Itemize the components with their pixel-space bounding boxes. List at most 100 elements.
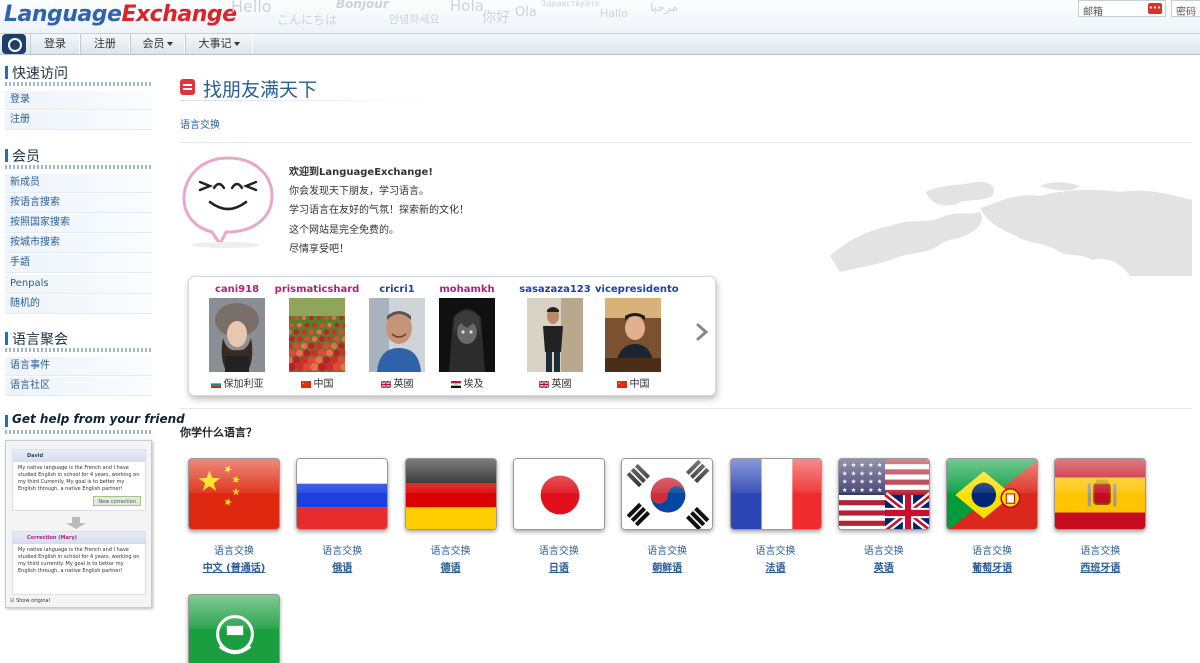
page-icon bbox=[180, 79, 195, 95]
language-link[interactable]: 日语 bbox=[511, 559, 607, 574]
keyboard-icon[interactable]: ••• bbox=[1148, 3, 1162, 14]
flag-icon bbox=[380, 380, 391, 388]
member-name[interactable]: vicepresidento bbox=[595, 283, 679, 297]
new-correction-button: New correction bbox=[93, 496, 141, 506]
flag-icon[interactable] bbox=[188, 458, 280, 530]
language-link[interactable]: 朝鲜语 bbox=[619, 559, 715, 574]
greeting-text: مرحبا bbox=[650, 0, 678, 14]
member-card[interactable]: cricri1 英國 bbox=[359, 283, 435, 390]
member-photo[interactable] bbox=[209, 298, 265, 372]
language-link[interactable]: 葡萄牙语 bbox=[944, 559, 1040, 574]
svg-text:★: ★ bbox=[851, 462, 857, 469]
flag-icon[interactable] bbox=[621, 458, 714, 530]
member-name[interactable]: mohamkh bbox=[429, 283, 505, 297]
chevron-down-icon bbox=[233, 42, 240, 46]
sidebar-item-login[interactable]: 登录 bbox=[5, 91, 152, 110]
language-tile[interactable]: ★ ★ ★ ★ ★ ★ ★ ★ ★ ★ ★ ★ ★ ★ ★ ★ ★ ★ ★ ★ 语言交换 英语 bbox=[836, 458, 932, 574]
svg-text:★: ★ bbox=[859, 487, 865, 494]
flag-icon[interactable] bbox=[188, 594, 280, 663]
greeting-text: Hola bbox=[450, 0, 484, 15]
language-tile[interactable]: 语言交换 西班牙语 bbox=[1052, 458, 1148, 574]
member-country: 埃及 bbox=[429, 375, 505, 390]
sidebar-item-register[interactable]: 注册 bbox=[5, 111, 152, 130]
nav-events[interactable]: 大事记 bbox=[185, 34, 253, 54]
sidebar-item-by-language[interactable]: 按语言搜索 bbox=[5, 194, 152, 213]
member-name[interactable]: sasazaza123 bbox=[517, 283, 593, 297]
language-tile[interactable]: 语言交换 中文 (普通话) bbox=[186, 458, 282, 574]
language-link[interactable]: 英语 bbox=[836, 559, 932, 574]
member-country: 中国 bbox=[271, 375, 363, 390]
language-tile[interactable]: 语言交换 法语 bbox=[728, 458, 824, 574]
sidebar-item-events[interactable]: 语言事件 bbox=[5, 357, 152, 376]
language-tile[interactable] bbox=[186, 594, 282, 663]
flag-icon[interactable] bbox=[404, 458, 497, 530]
language-exchange-label: 语言交换 bbox=[322, 546, 363, 557]
nav-register[interactable]: 注册 bbox=[80, 34, 130, 54]
language-link[interactable]: 法语 bbox=[728, 559, 824, 574]
flag-icon[interactable] bbox=[946, 458, 1039, 530]
language-link[interactable]: 中文 (普通话) bbox=[186, 559, 282, 574]
member-card[interactable]: cani918 保加利亚 bbox=[199, 283, 275, 390]
member-card[interactable]: sasazaza123 英國 bbox=[517, 283, 593, 390]
member-photo[interactable] bbox=[439, 298, 495, 372]
greeting-text: Здравствуйте bbox=[541, 0, 600, 8]
language-tile[interactable]: 语言交换 日语 bbox=[511, 458, 607, 574]
site-logo[interactable]: LanguageExchange bbox=[4, 2, 237, 27]
language-tile[interactable]: 语言交换 俄语 bbox=[294, 458, 390, 574]
member-name[interactable]: cani918 bbox=[199, 283, 275, 297]
language-link[interactable]: 德语 bbox=[403, 559, 499, 574]
language-link[interactable]: 俄语 bbox=[294, 559, 390, 574]
flag-icon[interactable] bbox=[512, 458, 605, 530]
svg-text:★: ★ bbox=[868, 462, 874, 469]
sidebar-item-communities[interactable]: 语言社区 bbox=[5, 377, 152, 396]
svg-text:★: ★ bbox=[868, 487, 874, 494]
help-preview[interactable]: David My native language is the French a… bbox=[5, 440, 152, 608]
svg-text:★: ★ bbox=[842, 479, 848, 486]
arrow-down-icon bbox=[64, 517, 88, 529]
sidebar-item-random[interactable]: 随机的 bbox=[5, 295, 152, 314]
member-name[interactable]: cricri1 bbox=[359, 283, 435, 297]
language-link[interactable]: 西班牙语 bbox=[1052, 559, 1148, 574]
sidebar-heading-meetups: 语言聚会 bbox=[5, 329, 68, 349]
svg-text:★: ★ bbox=[842, 462, 848, 469]
language-exchange-label: 语言交换 bbox=[755, 546, 796, 557]
member-card[interactable]: mohamkh 埃及 bbox=[429, 283, 505, 390]
member-card[interactable]: vicepresidento 中国 bbox=[595, 283, 679, 390]
email-input[interactable]: 邮箱 ••• bbox=[1078, 0, 1166, 18]
globe-icon[interactable] bbox=[2, 34, 26, 54]
member-photo[interactable] bbox=[369, 298, 425, 372]
breadcrumb[interactable]: 语言交换 bbox=[180, 116, 220, 131]
member-photo[interactable] bbox=[289, 298, 345, 372]
divider bbox=[180, 142, 1192, 143]
divider bbox=[180, 408, 1192, 409]
language-exchange-label: 语言交换 bbox=[430, 546, 471, 557]
password-input[interactable]: 密码 bbox=[1171, 0, 1200, 18]
nav-login[interactable]: 登录 bbox=[30, 34, 80, 54]
welcome-line: 你会发现天下朋友，学习语言。 bbox=[289, 186, 429, 197]
language-exchange-label: 语言交换 bbox=[972, 546, 1013, 557]
greeting-text: Bonjour bbox=[336, 0, 389, 11]
sidebar-item-sign-language[interactable]: 手語 bbox=[5, 254, 152, 273]
language-tile[interactable]: 语言交换 葡萄牙语 bbox=[944, 458, 1040, 574]
language-tile[interactable]: 语言交换 朝鲜语 bbox=[619, 458, 715, 574]
chevron-right-icon[interactable] bbox=[695, 323, 709, 341]
members-carousel: cani918 保加利亚 prismaticshard 中国 cricri1 英國 moha… bbox=[188, 276, 716, 396]
flag-icon[interactable] bbox=[729, 458, 822, 530]
correction-card: Correction (Mary) My native language is … bbox=[12, 531, 146, 595]
flag-icon[interactable]: ★ ★ ★ ★ ★ ★ ★ ★ ★ ★ ★ ★ ★ ★ ★ ★ ★ ★ ★ ★ bbox=[837, 458, 930, 530]
svg-text:★: ★ bbox=[842, 487, 848, 494]
sidebar-heading-quick: 快速访问 bbox=[5, 63, 68, 83]
flag-icon[interactable] bbox=[296, 458, 389, 530]
sidebar-item-new-members[interactable]: 新成员 bbox=[5, 174, 152, 193]
sidebar-item-by-city[interactable]: 按城市搜索 bbox=[5, 234, 152, 253]
nav-members[interactable]: 会员 bbox=[130, 34, 185, 54]
member-name[interactable]: prismaticshard bbox=[271, 283, 363, 297]
member-card[interactable]: prismaticshard 中国 bbox=[271, 283, 363, 390]
sidebar-item-penpals[interactable]: Penpals bbox=[5, 275, 152, 294]
member-photo[interactable] bbox=[605, 298, 661, 372]
sidebar-item-by-country[interactable]: 按照国家搜索 bbox=[5, 214, 152, 233]
member-photo[interactable] bbox=[527, 298, 583, 372]
flag-icon[interactable] bbox=[1054, 458, 1147, 530]
language-tile[interactable]: 语言交换 德语 bbox=[403, 458, 499, 574]
member-country: 英國 bbox=[359, 375, 435, 390]
